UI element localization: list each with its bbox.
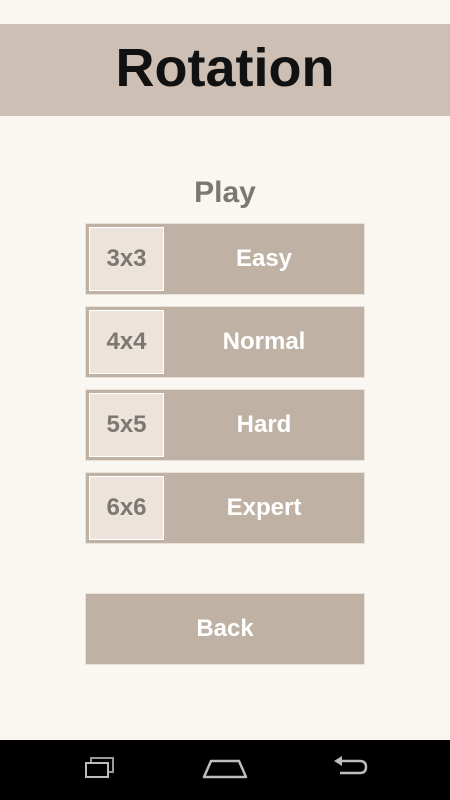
level-name-label: Normal [222,328,306,355]
system-nav-bar [0,740,450,800]
section-title: Play [194,176,256,209]
back-arrow-icon [330,755,370,786]
status-bar-area [0,0,450,24]
app-header: Rotation [0,24,450,116]
recent-apps-button[interactable] [70,752,130,788]
system-back-button[interactable] [320,752,380,788]
level-name-label: Easy [235,245,293,272]
recent-apps-icon [82,756,118,785]
level-name-label: Expert [226,494,302,521]
app-title: Rotation [115,38,335,98]
back-button[interactable]: Back [85,593,365,665]
level-button-easy[interactable]: 3x3 Easy [85,223,365,295]
home-button[interactable] [195,752,255,788]
home-icon [200,755,250,786]
level-size-label: 5x5 [89,393,164,457]
level-button-hard[interactable]: 5x5 Hard [85,389,365,461]
level-name-label: Hard [236,411,292,438]
level-size-label: 6x6 [89,476,164,540]
level-size-label: 3x3 [89,227,164,291]
level-button-normal[interactable]: 4x4 Normal [85,306,365,378]
level-size-label: 4x4 [89,310,164,374]
level-button-expert[interactable]: 6x6 Expert [85,472,365,544]
level-list: 3x3 Easy 4x4 Normal 5x5 Hard 6x6 Expert [85,223,365,555]
